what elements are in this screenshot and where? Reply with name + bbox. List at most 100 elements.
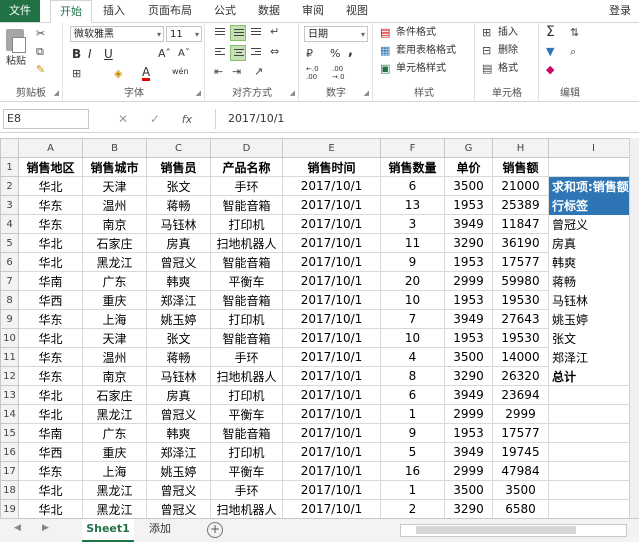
login-link[interactable]: 登录 [609, 0, 631, 21]
pivot-row-item[interactable]: 姚玉婷 [548, 309, 639, 329]
tab-view[interactable]: 视图 [340, 0, 374, 22]
row-header[interactable]: 8 [0, 290, 19, 310]
data-cell[interactable]: 黑龙江 [82, 252, 147, 272]
data-cell[interactable]: 华北 [18, 233, 83, 253]
data-cell[interactable]: 2999 [444, 404, 493, 424]
pivot-grand-total[interactable]: 总计 [548, 366, 639, 386]
data-cell[interactable]: 黑龙江 [82, 404, 147, 424]
data-cell[interactable]: 11847 [492, 214, 549, 234]
data-cell[interactable]: 智能音箱 [210, 328, 283, 348]
data-cell[interactable]: 3949 [444, 442, 493, 462]
alignment-launcher-icon[interactable]: ◢ [290, 89, 295, 97]
data-cell[interactable]: 2017/10/1 [282, 461, 381, 481]
decrease-indent-icon[interactable]: ⇤ [214, 65, 223, 79]
row-header[interactable]: 13 [0, 385, 19, 405]
fill-icon[interactable]: ▼ [546, 45, 554, 59]
vertical-scrollbar[interactable] [629, 138, 639, 518]
select-all-corner[interactable] [0, 138, 19, 158]
formula-input[interactable]: 2017/10/1 [215, 109, 639, 129]
data-cell[interactable]: 石家庄 [82, 385, 147, 405]
clear-icon[interactable]: ◆ [546, 63, 554, 77]
tab-formulas[interactable]: 公式 [208, 0, 242, 22]
find-select-icon[interactable]: ⌕ [570, 45, 576, 59]
data-cell[interactable]: 黑龙江 [82, 480, 147, 500]
data-cell[interactable]: 张文 [146, 328, 211, 348]
data-cell[interactable]: 13 [380, 195, 445, 215]
autosum-button[interactable]: Σ [546, 25, 555, 39]
data-cell[interactable]: 房真 [146, 233, 211, 253]
column-title-cell[interactable]: 销售时间 [282, 157, 381, 177]
data-cell[interactable]: 曾冠义 [146, 404, 211, 424]
data-cell[interactable]: 2017/10/1 [282, 423, 381, 443]
data-cell[interactable]: 8 [380, 366, 445, 386]
data-cell[interactable]: 1953 [444, 252, 493, 272]
increase-indent-icon[interactable]: ⇥ [232, 65, 241, 79]
data-cell[interactable]: 2017/10/1 [282, 499, 381, 518]
data-cell[interactable]: 手环 [210, 176, 283, 196]
comma-button[interactable]: , [348, 45, 353, 59]
data-cell[interactable]: 姚玉婷 [146, 309, 211, 329]
data-cell[interactable]: 11 [380, 233, 445, 253]
empty-cell[interactable] [548, 461, 639, 481]
column-title-cell[interactable]: 单价 [444, 157, 493, 177]
sort-filter-icon[interactable]: ⇅ [570, 26, 579, 40]
data-cell[interactable]: 2017/10/1 [282, 385, 381, 405]
data-cell[interactable]: 重庆 [82, 442, 147, 462]
data-cell[interactable]: 华东 [18, 214, 83, 234]
data-cell[interactable]: 2017/10/1 [282, 252, 381, 272]
data-cell[interactable]: 蒋畅 [146, 347, 211, 367]
align-center-icon[interactable] [230, 45, 246, 61]
increase-decimal-button[interactable]: ←.0 .00 [306, 65, 319, 81]
percent-button[interactable]: % [330, 47, 340, 61]
data-cell[interactable]: 19745 [492, 442, 549, 462]
data-cell[interactable]: 23694 [492, 385, 549, 405]
data-cell[interactable]: 华北 [18, 499, 83, 518]
align-left-icon[interactable] [212, 45, 228, 61]
data-cell[interactable]: 10 [380, 328, 445, 348]
data-cell[interactable]: 2017/10/1 [282, 290, 381, 310]
data-cell[interactable]: 21000 [492, 176, 549, 196]
data-cell[interactable]: 扫地机器人 [210, 366, 283, 386]
cut-icon[interactable]: ✂ [36, 27, 45, 41]
data-cell[interactable]: 郑泽江 [146, 290, 211, 310]
data-cell[interactable]: 3949 [444, 309, 493, 329]
data-cell[interactable]: 3500 [444, 176, 493, 196]
data-cell[interactable]: 华东 [18, 461, 83, 481]
worksheet-grid[interactable]: A B C D E F G H I 1 销售地区 销售城市 销售员 产品名称 销售时间 销售数量 单价 销售额 2 华… [0, 138, 639, 518]
data-cell[interactable]: 2017/10/1 [282, 347, 381, 367]
data-cell[interactable]: 石家庄 [82, 233, 147, 253]
data-cell[interactable]: 20 [380, 271, 445, 291]
sheet-tab-add[interactable]: 添加 [140, 519, 180, 540]
data-cell[interactable]: 华西 [18, 290, 83, 310]
scroll-right-icon[interactable]: ▶ [42, 523, 49, 533]
data-cell[interactable]: 2999 [492, 404, 549, 424]
row-header[interactable]: 15 [0, 423, 19, 443]
decrease-decimal-button[interactable]: .00 →.0 [332, 65, 345, 81]
format-as-table-button[interactable]: 套用表格格式 [396, 44, 456, 58]
tab-page-layout[interactable]: 页面布局 [142, 0, 198, 22]
data-cell[interactable]: 广东 [82, 423, 147, 443]
cancel-icon[interactable]: ✕ [118, 112, 128, 126]
data-cell[interactable]: 上海 [82, 461, 147, 481]
column-title-cell[interactable]: 销售地区 [18, 157, 83, 177]
empty-cell[interactable] [548, 385, 639, 405]
data-cell[interactable]: 重庆 [82, 290, 147, 310]
data-cell[interactable]: 59980 [492, 271, 549, 291]
data-cell[interactable]: 天津 [82, 328, 147, 348]
data-cell[interactable]: 华北 [18, 176, 83, 196]
grow-font-button[interactable]: Aˆ [158, 47, 171, 61]
data-cell[interactable]: 3500 [444, 480, 493, 500]
tab-insert[interactable]: 插入 [96, 0, 132, 22]
name-box[interactable]: E8 [3, 109, 89, 129]
tab-review[interactable]: 审阅 [296, 0, 330, 22]
data-cell[interactable]: 华北 [18, 252, 83, 272]
column-title-cell[interactable]: 销售额 [492, 157, 549, 177]
data-cell[interactable]: 华南 [18, 423, 83, 443]
data-cell[interactable]: 平衡车 [210, 404, 283, 424]
data-cell[interactable]: 智能音箱 [210, 423, 283, 443]
align-bottom-icon[interactable] [248, 25, 264, 41]
align-right-icon[interactable] [248, 45, 264, 61]
column-header[interactable]: D [210, 138, 283, 158]
currency-icon[interactable]: ₽ [306, 47, 313, 61]
merge-center-icon[interactable]: ⇔ [270, 45, 279, 59]
